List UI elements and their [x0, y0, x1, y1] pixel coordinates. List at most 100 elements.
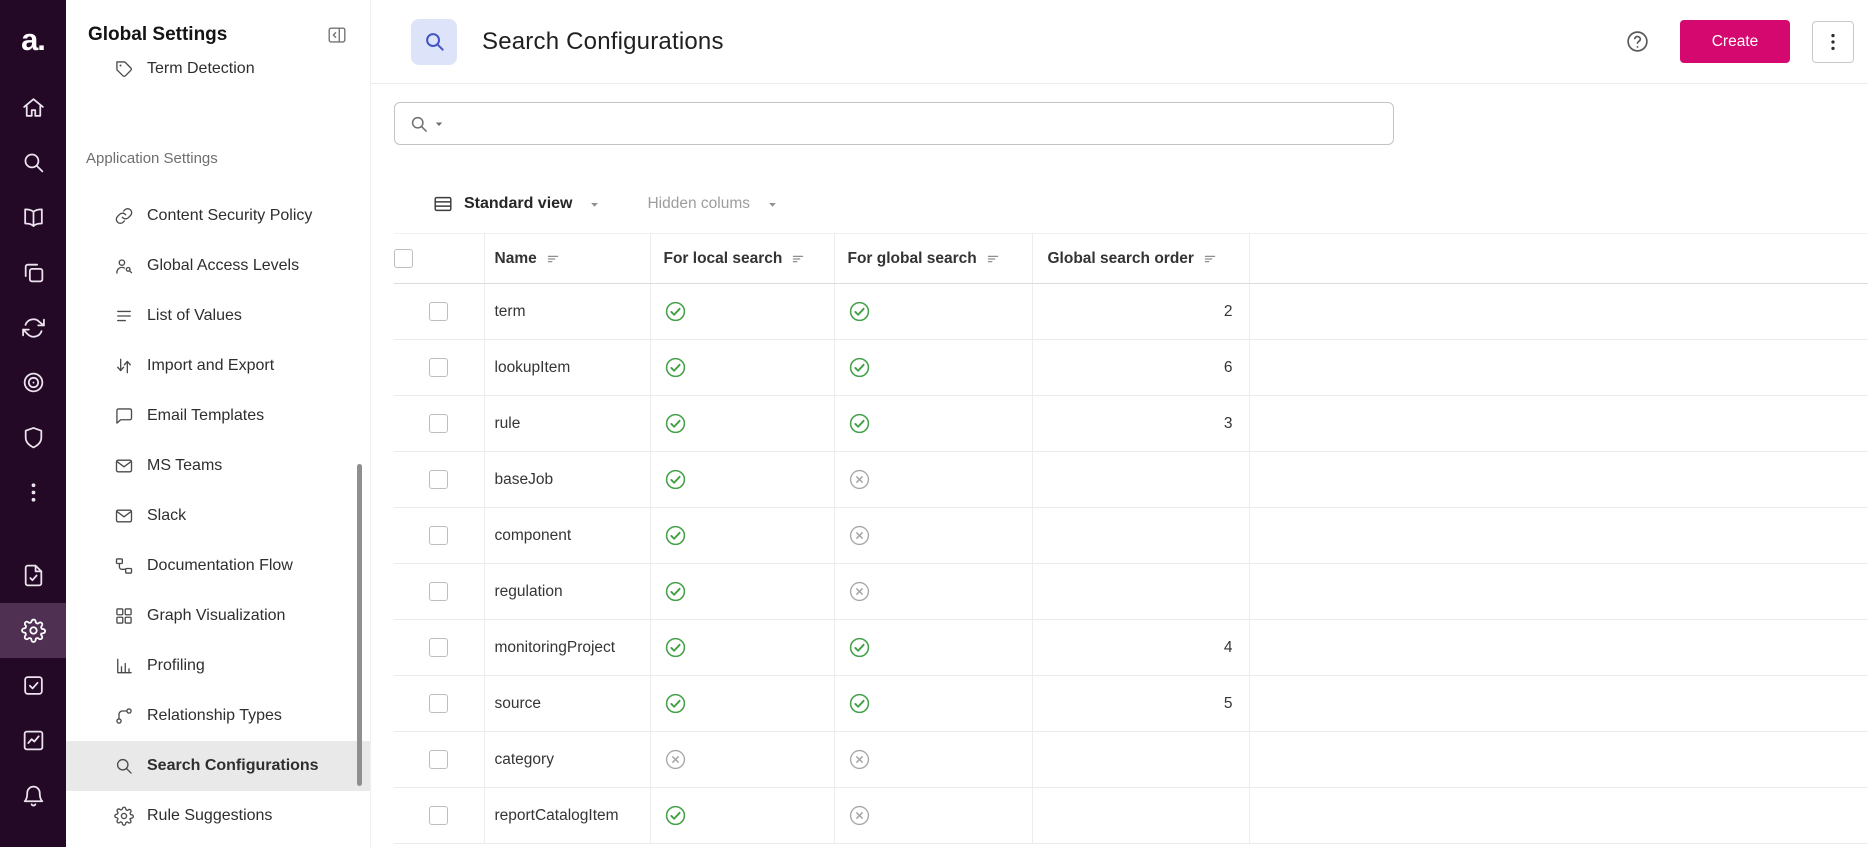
check-circle-icon — [664, 412, 687, 435]
row-checkbox[interactable] — [429, 358, 449, 377]
cross-circle-icon — [664, 748, 687, 771]
sidebar-item-term-detection[interactable]: Term Detection — [66, 56, 370, 94]
sidebar-item-label: Global Access Levels — [147, 257, 300, 274]
gear-icon — [20, 618, 46, 643]
table-row-basejob[interactable]: baseJob — [394, 451, 1868, 508]
hidden-columns-dropdown[interactable]: Hidden colums — [647, 195, 781, 213]
row-name: rule — [484, 395, 651, 452]
sidebar-item-search-configurations[interactable]: Search Configurations — [66, 741, 370, 791]
sidebar-item-profiling[interactable]: Profiling — [66, 641, 370, 691]
column-header-name[interactable]: Name — [495, 250, 537, 268]
rail-item-search[interactable] — [0, 135, 66, 190]
row-checkbox[interactable] — [429, 582, 449, 601]
row-name: lookupItem — [484, 339, 651, 396]
check-circle-icon — [664, 356, 687, 379]
check-circle-icon — [848, 356, 871, 379]
search-icon — [409, 114, 429, 134]
sort-icon[interactable] — [546, 252, 560, 266]
relationship-icon — [114, 706, 134, 726]
page-title: Search Configurations — [482, 27, 724, 55]
column-header-local-search[interactable]: For local search — [664, 250, 783, 268]
sidebar-item-rule-suggestions[interactable]: Rule Suggestions — [66, 791, 370, 841]
row-checkbox[interactable] — [429, 302, 449, 321]
row-checkbox[interactable] — [429, 414, 449, 433]
table-row-component[interactable]: component — [394, 507, 1868, 564]
sidebar-item-documentation-flow[interactable]: Documentation Flow — [66, 541, 370, 591]
bell-icon — [21, 783, 46, 808]
sidebar-item-ms-teams[interactable]: MS Teams — [66, 441, 370, 491]
rail-item-home[interactable] — [0, 80, 66, 135]
row-global-search-order: 5 — [1032, 675, 1250, 732]
view-toolbar: Standard view Hidden colums — [371, 145, 1868, 215]
row-checkbox[interactable] — [429, 638, 449, 657]
sidebar-scrollbar[interactable] — [357, 464, 362, 786]
search-icon — [114, 756, 134, 776]
rail-item-gear[interactable] — [0, 603, 66, 658]
message-icon — [114, 406, 134, 426]
cross-circle-icon — [848, 580, 871, 603]
rail-item-task-check[interactable] — [0, 658, 66, 713]
sidebar-item-label: Slack — [147, 507, 187, 524]
rail-item-kebab[interactable] — [0, 465, 66, 520]
rail-item-file-check[interactable] — [0, 548, 66, 603]
collapse-sidebar-icon[interactable] — [326, 24, 348, 46]
sidebar-item-graph-visualization[interactable]: Graph Visualization — [66, 591, 370, 641]
table-view-icon — [432, 193, 454, 215]
search-scope-caret-icon[interactable] — [431, 116, 447, 132]
create-button[interactable]: Create — [1680, 20, 1790, 63]
column-header-global-search-order[interactable]: Global search order — [1048, 250, 1194, 268]
row-name: term — [484, 283, 651, 340]
rail-item-stack[interactable] — [0, 245, 66, 300]
rail-item-target[interactable] — [0, 355, 66, 410]
sidebar-item-import-and-export[interactable]: Import and Export — [66, 341, 370, 391]
table-row-lookupitem[interactable]: lookupItem 6 — [394, 339, 1868, 396]
table-row-category[interactable]: category — [394, 731, 1868, 788]
row-global-search-order: 6 — [1032, 339, 1250, 396]
import-export-icon — [114, 356, 134, 376]
column-header-global-search[interactable]: For global search — [848, 250, 977, 268]
sidebar-item-email-templates[interactable]: Email Templates — [66, 391, 370, 441]
sort-icon[interactable] — [1203, 252, 1217, 266]
sidebar-item-label: Email Templates — [147, 407, 265, 424]
table-row-reportcatalogitem[interactable]: reportCatalogItem — [394, 787, 1868, 844]
help-icon[interactable] — [1625, 29, 1650, 54]
rail-item-book[interactable] — [0, 190, 66, 245]
select-all-checkbox[interactable] — [394, 249, 413, 268]
table-row-monitoringproject[interactable]: monitoringProject 4 — [394, 619, 1868, 676]
row-checkbox[interactable] — [429, 470, 449, 489]
sidebar-item-slack[interactable]: Slack — [66, 491, 370, 541]
rail-item-sync[interactable] — [0, 300, 66, 355]
row-checkbox[interactable] — [429, 750, 449, 769]
table-row-source[interactable]: source 5 — [394, 675, 1868, 732]
sort-icon[interactable] — [791, 252, 805, 266]
view-switcher[interactable]: Standard view — [432, 193, 603, 215]
rail-item-bell[interactable] — [0, 768, 66, 823]
header-kebab-button[interactable] — [1812, 20, 1854, 63]
row-checkbox[interactable] — [429, 694, 449, 713]
sort-icon[interactable] — [986, 252, 1000, 266]
row-global-search-order — [1032, 787, 1250, 844]
chart-icon — [21, 728, 46, 753]
file-check-icon — [21, 563, 46, 588]
row-global-search-order — [1032, 563, 1250, 620]
sidebar-item-relationship-types[interactable]: Relationship Types — [66, 691, 370, 741]
check-circle-icon — [664, 692, 687, 715]
table-row-rule[interactable]: rule 3 — [394, 395, 1868, 452]
rail-item-chart[interactable] — [0, 713, 66, 768]
header-actions: Create — [1625, 20, 1854, 63]
sidebar-list: Term Detection Application Settings Cont… — [66, 56, 370, 841]
cross-circle-icon — [848, 524, 871, 547]
sidebar-item-list-of-values[interactable]: List of Values — [66, 291, 370, 341]
search-input[interactable] — [457, 115, 1381, 132]
row-checkbox[interactable] — [429, 526, 449, 545]
table-row-term[interactable]: term 2 — [394, 283, 1868, 340]
table-row-regulation[interactable]: regulation — [394, 563, 1868, 620]
rail-item-shield[interactable] — [0, 410, 66, 465]
sidebar-item-content-security-policy[interactable]: Content Security Policy — [66, 191, 370, 241]
row-checkbox[interactable] — [429, 806, 449, 825]
tag-icon — [114, 59, 134, 79]
sidebar-title: Global Settings — [88, 24, 228, 45]
sidebar-item-label: Relationship Types — [147, 707, 282, 724]
app-logo[interactable]: a. — [0, 0, 66, 80]
sidebar-item-global-access-levels[interactable]: Global Access Levels — [66, 241, 370, 291]
